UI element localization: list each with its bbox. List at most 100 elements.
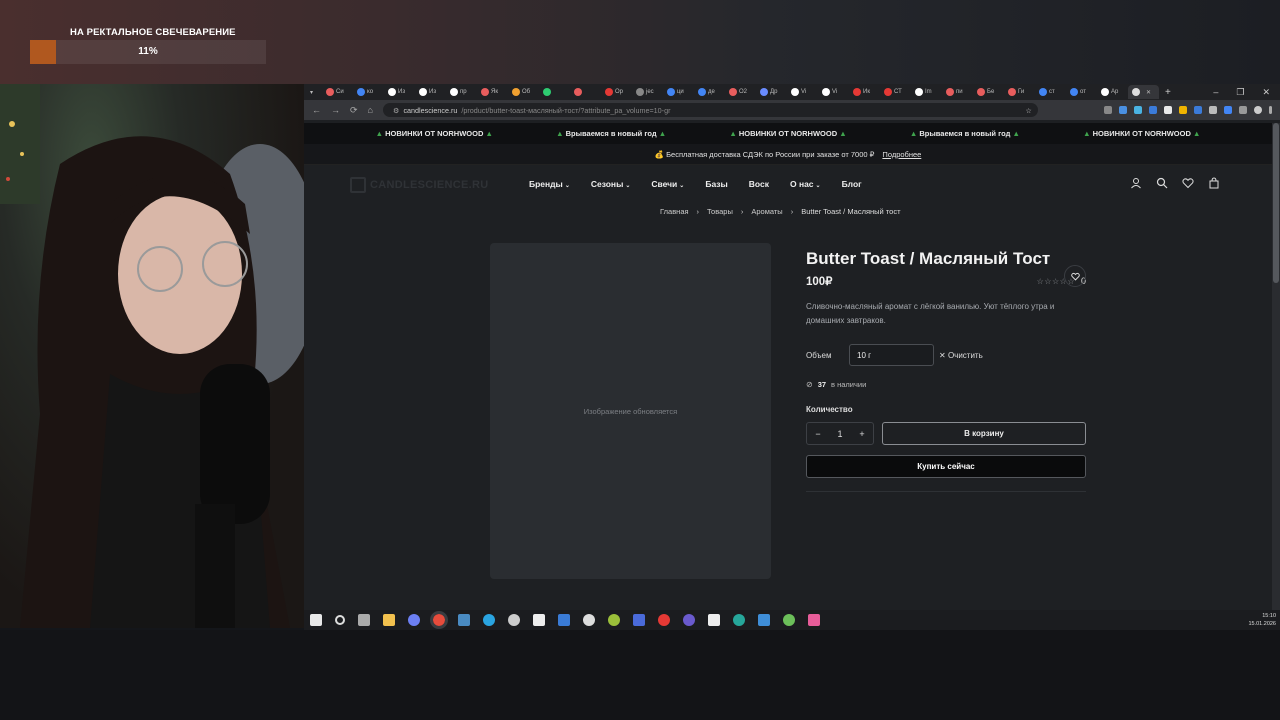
telegram-icon[interactable] — [483, 614, 495, 626]
address-bar[interactable]: ⚙ candlescience.ru/product/butter-toast-… — [382, 103, 1038, 117]
nav-item[interactable]: Блог — [842, 179, 862, 189]
browser-tab[interactable] — [570, 85, 601, 99]
nav-item[interactable]: Сезоны ⌄ — [591, 179, 631, 189]
app-icon[interactable] — [583, 614, 595, 626]
shipping-more-link[interactable]: Подробнее — [882, 150, 921, 159]
increase-quantity-button[interactable]: + — [859, 429, 864, 439]
close-tab-icon[interactable]: ✕ — [1146, 89, 1151, 96]
browser-tab[interactable] — [539, 85, 570, 99]
app-icon[interactable] — [733, 614, 745, 626]
browser-tab[interactable]: Vi — [787, 85, 818, 99]
site-logo[interactable]: CANDLESCIENCE.RU — [350, 177, 488, 193]
decrease-quantity-button[interactable]: − — [815, 429, 820, 439]
obs-icon[interactable] — [508, 614, 520, 626]
scrollbar-thumb[interactable] — [1273, 123, 1279, 283]
browser-tab[interactable]: jec — [632, 85, 663, 99]
quantity-value[interactable]: 1 — [837, 429, 842, 439]
nav-item[interactable]: Базы — [705, 179, 727, 189]
minimize-icon[interactable]: – — [1213, 87, 1218, 98]
buy-now-button[interactable]: Купить сейчас — [806, 455, 1086, 478]
extension-icon[interactable] — [1224, 106, 1232, 114]
browser-tab[interactable]: де — [694, 85, 725, 99]
start-icon[interactable] — [310, 614, 322, 626]
close-window-icon[interactable]: ✕ — [1262, 87, 1270, 98]
nav-item[interactable]: Свечи ⌄ — [651, 179, 684, 189]
add-to-cart-button[interactable]: В корзину — [882, 422, 1086, 445]
clear-selection-button[interactable]: ✕ Очистить — [939, 351, 983, 360]
discord-icon[interactable] — [408, 614, 420, 626]
extensions-puzzle-icon[interactable] — [1209, 106, 1217, 114]
browser-tab-active[interactable]: ✕ — [1128, 85, 1159, 99]
browser-tab[interactable]: от — [1066, 85, 1097, 99]
sidebar-icon[interactable] — [1239, 106, 1247, 114]
browser-tab[interactable]: Си — [322, 85, 353, 99]
profile-icon[interactable] — [1254, 106, 1262, 114]
extension-icon[interactable] — [1104, 106, 1112, 114]
browser-tab[interactable]: Об — [508, 85, 539, 99]
browser-tab[interactable]: ко — [353, 85, 384, 99]
tab-search-button[interactable]: ▾ — [308, 85, 322, 99]
add-to-wishlist-button[interactable] — [1064, 265, 1086, 287]
browser-tab[interactable]: Др — [756, 85, 787, 99]
forward-icon[interactable]: → — [331, 105, 340, 115]
app-icon[interactable] — [608, 614, 620, 626]
nav-item[interactable]: О нас ⌄ — [790, 179, 821, 189]
browser-tab[interactable]: Из — [415, 85, 446, 99]
browser-tab[interactable]: Бе — [973, 85, 1004, 99]
search-icon[interactable] — [335, 615, 345, 625]
extension-icon[interactable] — [1149, 106, 1157, 114]
extension-icon[interactable] — [1164, 106, 1172, 114]
new-tab-icon[interactable]: + — [1165, 87, 1171, 98]
browser-tab[interactable]: Ик — [849, 85, 880, 99]
site-info-icon[interactable]: ⚙ — [393, 106, 399, 115]
breadcrumb-link[interactable]: Главная — [660, 207, 689, 216]
app-icon[interactable] — [633, 614, 645, 626]
bookmark-star-icon[interactable]: ☆ — [1026, 106, 1032, 115]
search-icon[interactable] — [1156, 177, 1168, 189]
app-icon[interactable] — [808, 614, 820, 626]
steam-icon[interactable] — [458, 614, 470, 626]
yandex-icon[interactable] — [658, 614, 670, 626]
home-icon[interactable]: ⌂ — [368, 105, 373, 115]
browser-tab[interactable]: ци — [663, 85, 694, 99]
browser-tab[interactable]: Ги — [1004, 85, 1035, 99]
browser-tab[interactable]: СТ — [880, 85, 911, 99]
document-icon[interactable] — [708, 614, 720, 626]
browser-tab[interactable]: Vi — [818, 85, 849, 99]
breadcrumb-link[interactable]: Ароматы — [751, 207, 782, 216]
restore-icon[interactable]: ❐ — [1236, 87, 1244, 98]
browser-tab[interactable]: О2 — [725, 85, 756, 99]
extension-icon[interactable] — [1194, 106, 1202, 114]
extension-icon[interactable] — [1119, 106, 1127, 114]
system-clock[interactable]: 15:10 15.01.2026 — [1248, 612, 1276, 628]
notepad-icon[interactable] — [533, 614, 545, 626]
reload-icon[interactable]: ⟳ — [350, 105, 358, 116]
extension-icon[interactable] — [1179, 106, 1187, 114]
nav-item[interactable]: Воск — [749, 179, 769, 189]
app-icon[interactable] — [683, 614, 695, 626]
browser-tab[interactable]: ст — [1035, 85, 1066, 99]
browser-tab[interactable]: Ор — [601, 85, 632, 99]
browser-tab[interactable]: Ар — [1097, 85, 1128, 99]
browser-tab[interactable]: Як — [477, 85, 508, 99]
cart-icon[interactable] — [1208, 177, 1220, 189]
app-icon[interactable] — [558, 614, 570, 626]
stats-icon[interactable] — [758, 614, 770, 626]
wishlist-icon[interactable] — [1182, 177, 1194, 189]
file-explorer-icon[interactable] — [383, 614, 395, 626]
back-icon[interactable]: ← — [312, 105, 321, 115]
task-view-icon[interactable] — [358, 614, 370, 626]
browser-tab[interactable]: пи — [942, 85, 973, 99]
browser-tab[interactable]: Из — [384, 85, 415, 99]
chrome-icon[interactable] — [430, 611, 448, 629]
extension-icon[interactable] — [1134, 106, 1142, 114]
menu-icon[interactable] — [1269, 106, 1272, 114]
nav-item[interactable]: Бренды ⌄ — [529, 179, 570, 189]
browser-tab[interactable]: Im — [911, 85, 942, 99]
page-scrollbar[interactable] — [1272, 123, 1280, 610]
account-icon[interactable] — [1130, 177, 1142, 189]
app-icon[interactable] — [783, 614, 795, 626]
browser-tab[interactable]: пр — [446, 85, 477, 99]
volume-select[interactable]: 10 г — [849, 344, 934, 366]
breadcrumb-link[interactable]: Товары — [707, 207, 733, 216]
